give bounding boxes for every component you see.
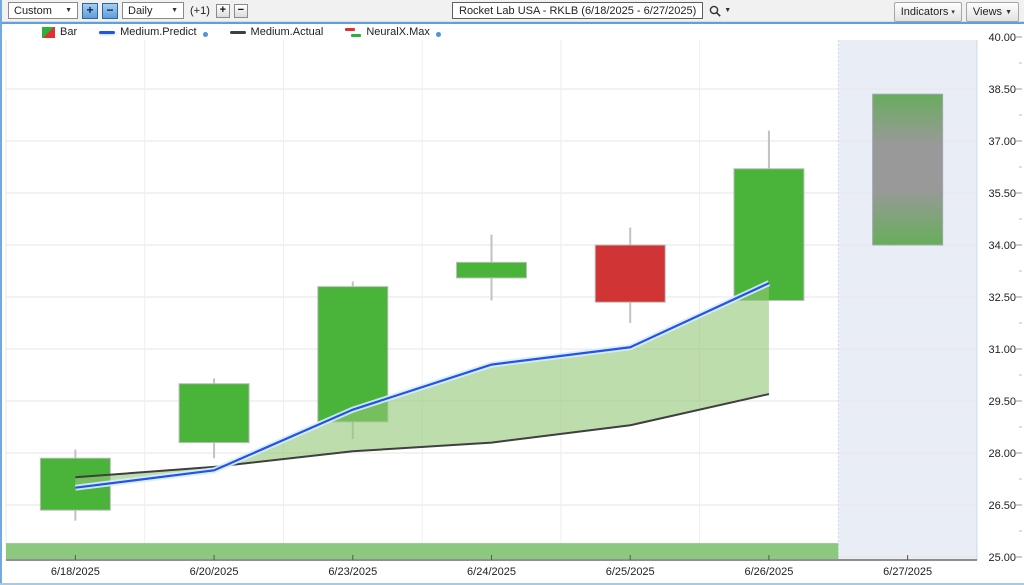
minus-icon: − bbox=[106, 2, 114, 17]
legend-label: NeuralX.Max bbox=[366, 26, 430, 38]
zoom-in-button[interactable]: + bbox=[82, 2, 98, 19]
svg-text:32.50: 32.50 bbox=[988, 292, 1016, 304]
chevron-down-icon[interactable]: ▼ bbox=[724, 7, 731, 14]
toolbar-left-group: Custom ▼ + − Daily ▼ (+1) + − bbox=[8, 2, 248, 19]
toolbar-center-group: Rocket Lab USA - RKLB (6/18/2025 - 6/27/… bbox=[452, 2, 731, 19]
svg-text:25.00: 25.00 bbox=[988, 552, 1016, 564]
views-button[interactable]: Views ▼ bbox=[965, 2, 1019, 22]
predict-options-dot[interactable] bbox=[202, 32, 208, 37]
minus-icon: − bbox=[237, 3, 245, 16]
bar-offset-label: (+1) bbox=[190, 4, 210, 17]
period-select[interactable]: Daily ▼ bbox=[122, 2, 184, 19]
svg-text:34.00: 34.00 bbox=[988, 240, 1016, 252]
indicators-button[interactable]: Indicators ▾ bbox=[893, 2, 962, 22]
symbol-title-box[interactable]: Rocket Lab USA - RKLB (6/18/2025 - 6/27/… bbox=[452, 2, 704, 19]
plus-icon: + bbox=[86, 2, 94, 17]
svg-text:6/20/2025: 6/20/2025 bbox=[190, 566, 239, 578]
actual-line-icon bbox=[229, 30, 246, 34]
symbol-title: Rocket Lab USA - RKLB (6/18/2025 - 6/27/… bbox=[459, 4, 697, 17]
svg-text:6/23/2025: 6/23/2025 bbox=[328, 566, 377, 578]
svg-text:29.50: 29.50 bbox=[988, 396, 1016, 408]
plus-icon: + bbox=[219, 3, 227, 16]
search-icon[interactable] bbox=[708, 4, 722, 18]
svg-text:6/18/2025: 6/18/2025 bbox=[51, 566, 100, 578]
predict-line-icon bbox=[99, 30, 116, 34]
svg-text:6/27/2025: 6/27/2025 bbox=[883, 566, 932, 578]
symbol-search[interactable]: ▼ bbox=[708, 4, 731, 18]
svg-text:35.50: 35.50 bbox=[988, 188, 1016, 200]
svg-text:38.50: 38.50 bbox=[988, 84, 1016, 96]
legend-label: Medium.Actual bbox=[250, 26, 324, 38]
legend-label: Bar bbox=[60, 26, 78, 38]
zoom-out-button[interactable]: − bbox=[102, 2, 118, 19]
chart-legend: Bar Medium.Predict Medium.Actual NeuralX… bbox=[42, 26, 441, 38]
svg-text:40.00: 40.00 bbox=[988, 32, 1016, 44]
chevron-down-icon: ▼ bbox=[65, 7, 72, 14]
legend-item-bar[interactable]: Bar bbox=[42, 26, 77, 38]
range-select-value: Custom bbox=[14, 4, 52, 17]
add-bar-button[interactable]: + bbox=[215, 3, 230, 18]
price-chart[interactable]: 6/18/2025 6/20/2025 6/23/2025 6/24/2025 6/25… bbox=[0, 24, 1024, 585]
legend-item-medium-predict[interactable]: Medium.Predict bbox=[99, 26, 208, 38]
window-left-border bbox=[0, 0, 2, 585]
svg-text:31.00: 31.00 bbox=[988, 344, 1016, 356]
chart-container: 6/18/2025 6/20/2025 6/23/2025 6/24/2025 6/25… bbox=[0, 24, 1024, 585]
svg-text:6/26/2025: 6/26/2025 bbox=[744, 566, 793, 578]
period-select-value: Daily bbox=[128, 4, 153, 17]
remove-bar-button[interactable]: − bbox=[233, 3, 248, 18]
neuralx-series-icon bbox=[345, 27, 362, 37]
legend-item-neuralx-max[interactable]: NeuralX.Max bbox=[345, 26, 441, 38]
chart-app-window: Custom ▼ + − Daily ▼ (+1) + − Rocket Lab… bbox=[0, 0, 1024, 585]
svg-text:6/25/2025: 6/25/2025 bbox=[606, 566, 655, 578]
legend-item-medium-actual[interactable]: Medium.Actual bbox=[229, 26, 324, 38]
chevron-down-icon: ▼ bbox=[171, 7, 178, 14]
indicators-button-label: Indicators bbox=[900, 6, 949, 18]
views-button-label: Views bbox=[972, 6, 1003, 18]
toolbar: Custom ▼ + − Daily ▼ (+1) + − Rocket Lab… bbox=[0, 0, 1024, 22]
svg-text:26.50: 26.50 bbox=[988, 500, 1016, 512]
svg-text:28.00: 28.00 bbox=[988, 448, 1016, 460]
legend-label: Medium.Predict bbox=[120, 26, 197, 38]
toolbar-right-group: Indicators ▾ Views ▼ bbox=[893, 2, 1019, 22]
chevron-down-icon: ▼ bbox=[1005, 8, 1012, 16]
svg-text:37.00: 37.00 bbox=[988, 136, 1016, 148]
bar-series-icon bbox=[42, 26, 55, 38]
chevron-down-icon: ▾ bbox=[951, 9, 955, 16]
svg-text:6/24/2025: 6/24/2025 bbox=[467, 566, 516, 578]
range-select[interactable]: Custom ▼ bbox=[8, 2, 78, 19]
neuralx-options-dot[interactable] bbox=[435, 32, 441, 37]
